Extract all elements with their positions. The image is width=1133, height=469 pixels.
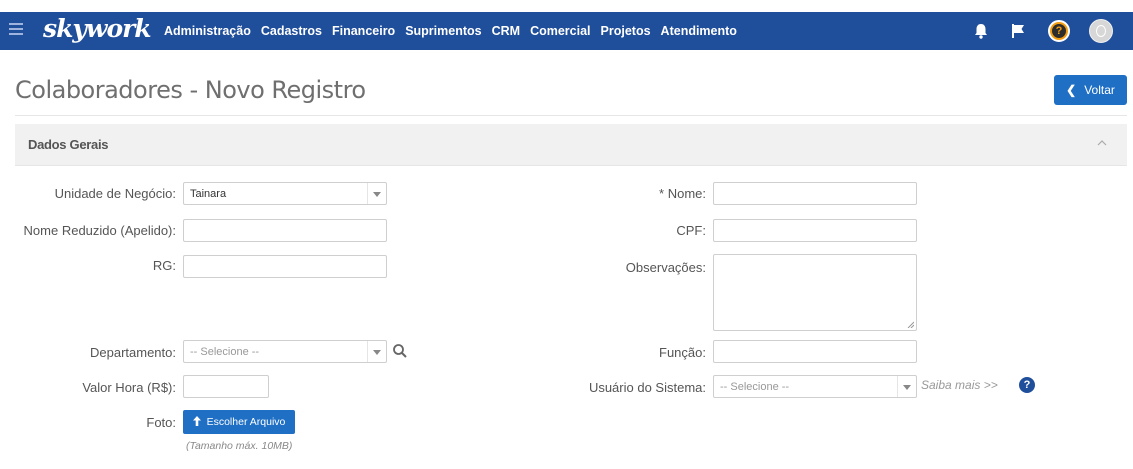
menu-item-financeiro[interactable]: Financeiro [332,24,395,38]
unidade-select[interactable]: Tainara [183,182,387,205]
observacoes-label: Observações: [625,260,706,275]
choose-file-button[interactable]: Escolher Arquivo [183,410,295,434]
usuario-select[interactable]: -- Selecione -- [713,375,917,398]
app-logo[interactable]: skywork [43,14,152,43]
nome-reduzido-input[interactable] [183,219,387,242]
chevron-left-icon: ❮ [1066,83,1077,97]
search-icon[interactable] [392,343,408,359]
help-icon[interactable]: ? [1048,20,1070,42]
unidade-label: Unidade de Negócio: [54,186,176,201]
back-button-label: Voltar [1084,83,1115,97]
funcao-label: Função: [659,345,706,360]
departamento-select[interactable]: -- Selecione -- [183,340,387,363]
valor-hora-label: Valor Hora (R$): [82,380,176,395]
nome-input[interactable] [713,182,917,205]
observacoes-textarea[interactable] [713,254,917,331]
divider [15,115,1127,116]
menu-item-cadastros[interactable]: Cadastros [261,24,322,38]
section-title: Dados Gerais [28,137,109,152]
hamburger-icon[interactable] [9,23,23,37]
cpf-label: CPF: [676,223,706,238]
saiba-mais-link[interactable]: Saiba mais >> [921,378,998,392]
chevron-down-icon [367,183,386,204]
resize-grip-icon[interactable] [907,321,914,328]
navbar: skywork Administração Cadastros Financei… [0,12,1133,50]
menu-item-suprimentos[interactable]: Suprimentos [405,24,481,38]
funcao-input[interactable] [713,340,917,363]
nome-label: * Nome: [659,186,706,201]
departamento-select-value: -- Selecione -- [190,346,260,358]
section-header-dados-gerais[interactable]: Dados Gerais [15,124,1127,166]
back-button[interactable]: ❮ Voltar [1054,75,1127,105]
menu-item-crm[interactable]: CRM [492,24,520,38]
cpf-input[interactable] [713,219,917,242]
menu-item-comercial[interactable]: Comercial [530,24,590,38]
foto-label: Foto: [146,415,176,430]
nome-reduzido-label: Nome Reduzido (Apelido): [23,223,176,238]
valor-hora-input[interactable] [183,375,269,398]
rg-label: RG: [152,258,176,273]
usuario-select-value: -- Selecione -- [720,381,790,393]
unidade-select-value: Tainara [190,188,227,200]
departamento-label: Departamento: [90,345,176,360]
chevron-down-icon [897,376,916,397]
flag-icon[interactable] [1008,21,1028,41]
menu-item-projetos[interactable]: Projetos [601,24,651,38]
avatar-icon[interactable] [1089,19,1113,43]
menu-item-atendimento[interactable]: Atendimento [661,24,737,38]
rg-input[interactable] [183,255,387,278]
foto-size-hint: (Tamanho máx. 10MB) [186,440,293,452]
menu-item-administracao[interactable]: Administração [164,24,251,38]
bell-icon[interactable] [971,21,991,41]
chevron-down-icon [367,341,386,362]
help-glyph: ? [1052,24,1066,38]
choose-file-label: Escolher Arquivo [206,416,286,428]
arrow-up-icon [192,415,201,429]
usuario-label: Usuário do Sistema: [588,380,706,395]
chevron-up-icon[interactable] [1097,138,1107,150]
main-menu: Administração Cadastros Financeiro Supri… [164,12,747,50]
page-title: Colaboradores - Novo Registro [15,76,366,104]
question-icon[interactable]: ? [1019,377,1035,393]
